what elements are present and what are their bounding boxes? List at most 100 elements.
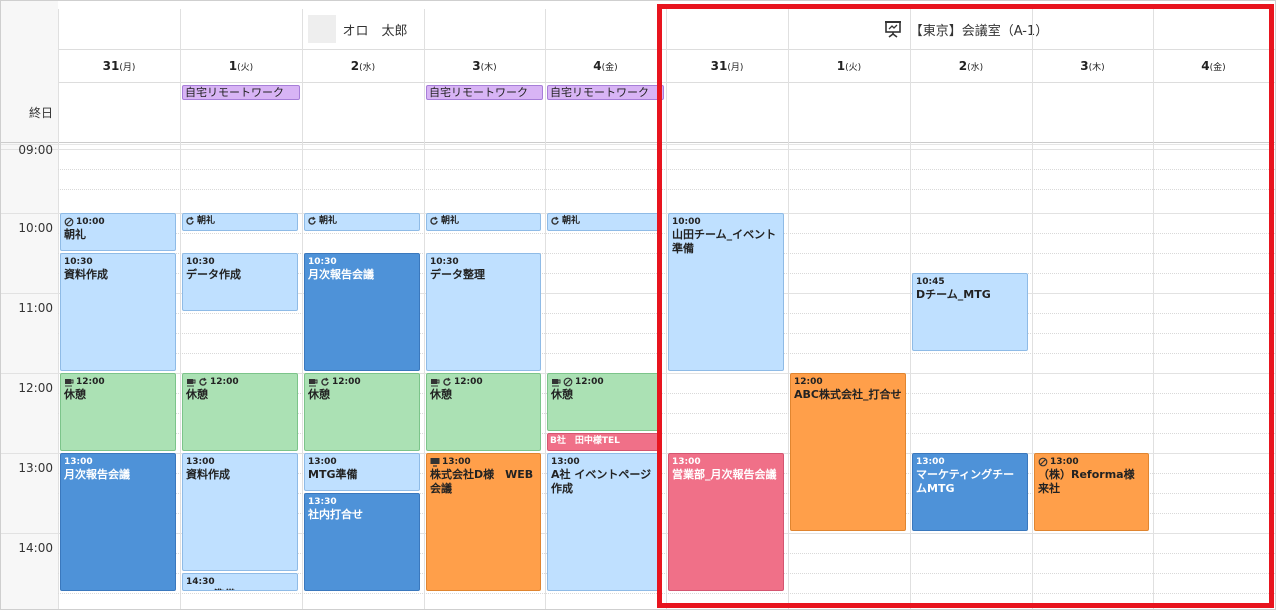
event-time: 10:30: [308, 257, 337, 267]
weekday: (水): [967, 63, 984, 73]
repeat-icon: [198, 377, 208, 387]
event-title: MTG準備: [308, 468, 358, 481]
column-divider: [910, 9, 911, 609]
day-header[interactable]: 3(木): [1032, 59, 1153, 73]
day-number: 2: [958, 59, 968, 73]
event-time: 13:00: [1050, 457, 1079, 467]
time-label: 11:00: [18, 301, 53, 315]
repeat-icon: [550, 216, 560, 226]
day-number: 1: [836, 59, 846, 73]
weekday: (木): [1088, 63, 1105, 73]
event-title: マーケティングチームMTG: [916, 468, 1015, 495]
day-number: 3: [472, 59, 481, 73]
event-time: 12:00: [454, 377, 483, 387]
allday-event[interactable]: 自宅リモートワーク: [182, 85, 300, 100]
event-block[interactable]: 10:30 データ作成: [182, 253, 298, 311]
event-time: 10:45: [916, 277, 945, 287]
day-number: 4: [1201, 59, 1210, 73]
event-title: ABC株式会社_打合せ: [794, 388, 902, 401]
day-header[interactable]: 4(金): [1153, 59, 1274, 73]
day-header[interactable]: 4(金): [545, 59, 666, 73]
coffee-icon: [551, 377, 561, 387]
event-title: データ作成: [186, 268, 241, 281]
event-block[interactable]: 10:00 朝礼: [60, 213, 176, 251]
event-title: （株）Reforma様来社: [1038, 468, 1135, 495]
event-block[interactable]: 10:45 Dチーム_MTG: [912, 273, 1028, 351]
room-group-header[interactable]: 【東京】会議室（A-1）: [658, 9, 1274, 49]
event-block[interactable]: 朝礼: [426, 213, 541, 231]
room-name: 【東京】会議室（A-1）: [909, 23, 1049, 39]
avatar: [308, 15, 337, 43]
day-header[interactable]: 2(水): [910, 59, 1032, 73]
event-block[interactable]: 12:00 休憩: [304, 373, 420, 451]
event-block[interactable]: 12:00 ABC株式会社_打合せ: [790, 373, 906, 531]
event-block[interactable]: 12:00 休憩: [182, 373, 298, 451]
event-block[interactable]: 朝礼: [547, 213, 662, 231]
projector-icon: [884, 20, 902, 38]
repeat-icon: [320, 377, 330, 387]
event-title: 休憩: [308, 388, 330, 401]
event-block[interactable]: 13:00 （株）Reforma様来社: [1034, 453, 1149, 531]
event-time: 13:00: [64, 457, 93, 467]
event-block[interactable]: 13:00 A社 イベントページ作成: [547, 453, 662, 591]
allday-event[interactable]: 自宅リモートワーク: [426, 85, 543, 100]
event-block[interactable]: 10:30 月次報告会議: [304, 253, 420, 371]
quarter-line: [58, 233, 1275, 234]
repeat-icon: [429, 216, 439, 226]
event-block[interactable]: 13:00 マーケティングチームMTG: [912, 453, 1028, 531]
event-title: B社 田中様TEL: [550, 436, 620, 446]
day-header[interactable]: 3(木): [424, 59, 545, 73]
allday-label: 終日: [29, 106, 54, 120]
event-block[interactable]: 14:30MTG準備: [182, 573, 298, 591]
day-header[interactable]: 1(火): [788, 59, 910, 73]
column-divider: [58, 9, 59, 609]
coffee-icon: [308, 377, 318, 387]
event-block[interactable]: 13:30 社内打合せ: [304, 493, 420, 591]
day-number: 31: [102, 59, 120, 73]
event-block[interactable]: 12:00 休憩: [426, 373, 541, 451]
column-divider: [666, 9, 667, 609]
event-title: 休憩: [64, 388, 86, 401]
event-block[interactable]: 朝礼: [182, 213, 298, 231]
allday-event[interactable]: 自宅リモートワーク: [547, 85, 664, 100]
monitor-icon: [430, 457, 440, 467]
event-block[interactable]: 10:00 山田チーム_イベント準備: [668, 213, 784, 371]
column-divider: [180, 9, 181, 609]
event-title: 朝礼: [197, 216, 216, 226]
weekday: (水): [359, 63, 376, 73]
event-block[interactable]: 10:30 資料作成: [60, 253, 176, 371]
event-block[interactable]: 10:30 データ整理: [426, 253, 541, 371]
event-title: 資料作成: [64, 268, 108, 281]
time-label: 09:00: [18, 143, 53, 157]
event-block[interactable]: 朝礼: [304, 213, 420, 231]
event-block[interactable]: 13:00 MTG準備: [304, 453, 420, 491]
column-divider: [788, 9, 789, 609]
event-title: 資料作成: [186, 468, 230, 481]
event-time: 10:30: [64, 257, 93, 267]
event-time: 13:00: [672, 457, 701, 467]
event-block[interactable]: 13:00 営業部_月次報告会議: [668, 453, 784, 591]
day-header[interactable]: 1(火): [180, 59, 302, 73]
day-number: 31: [710, 59, 728, 73]
day-header[interactable]: 31(月): [666, 59, 788, 73]
event-time: 10:00: [76, 217, 105, 227]
event-block[interactable]: B社 田中様TEL: [547, 433, 662, 451]
event-block[interactable]: 13:00 株式会社D様 WEB会議: [426, 453, 541, 591]
event-block[interactable]: 13:00 資料作成: [182, 453, 298, 571]
no-repeat-icon: [1038, 457, 1048, 467]
column-divider: [302, 9, 303, 609]
event-title: 休憩: [551, 388, 573, 401]
column-divider: [424, 9, 425, 609]
no-repeat-icon: [563, 377, 573, 387]
event-time: 10:00: [672, 217, 701, 227]
event-title: Dチーム_MTG: [916, 288, 991, 301]
event-block[interactable]: 13:00 月次報告会議: [60, 453, 176, 591]
event-title: 朝礼: [441, 216, 460, 226]
quarter-line: [58, 189, 1275, 190]
event-block[interactable]: 12:00 休憩: [60, 373, 176, 451]
column-divider: [545, 9, 546, 609]
event-block[interactable]: 12:00 休憩: [547, 373, 662, 431]
day-header[interactable]: 2(水): [302, 59, 424, 73]
day-header[interactable]: 31(月): [58, 59, 180, 73]
user-group-header[interactable]: オロ 太郎: [58, 9, 658, 49]
